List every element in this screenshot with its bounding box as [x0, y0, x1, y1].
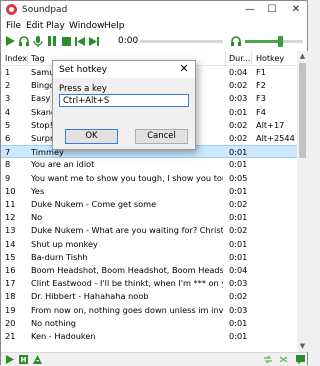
- dialog-label: Press a key: [59, 84, 107, 94]
- dialog-title: Set hotkey: [59, 65, 108, 75]
- hotkey-input[interactable]: [59, 94, 189, 107]
- cancel-button[interactable]: Cancel: [135, 129, 188, 144]
- set-hotkey-dialog: Set hotkey ✕ Press a key OK Cancel: [52, 60, 196, 150]
- modal-overlay: Set hotkey ✕ Press a key OK Cancel: [0, 0, 309, 366]
- ok-button[interactable]: OK: [65, 129, 118, 144]
- dialog-close-icon[interactable]: ✕: [177, 62, 191, 76]
- dialog-title-bar: Set hotkey ✕: [53, 61, 195, 78]
